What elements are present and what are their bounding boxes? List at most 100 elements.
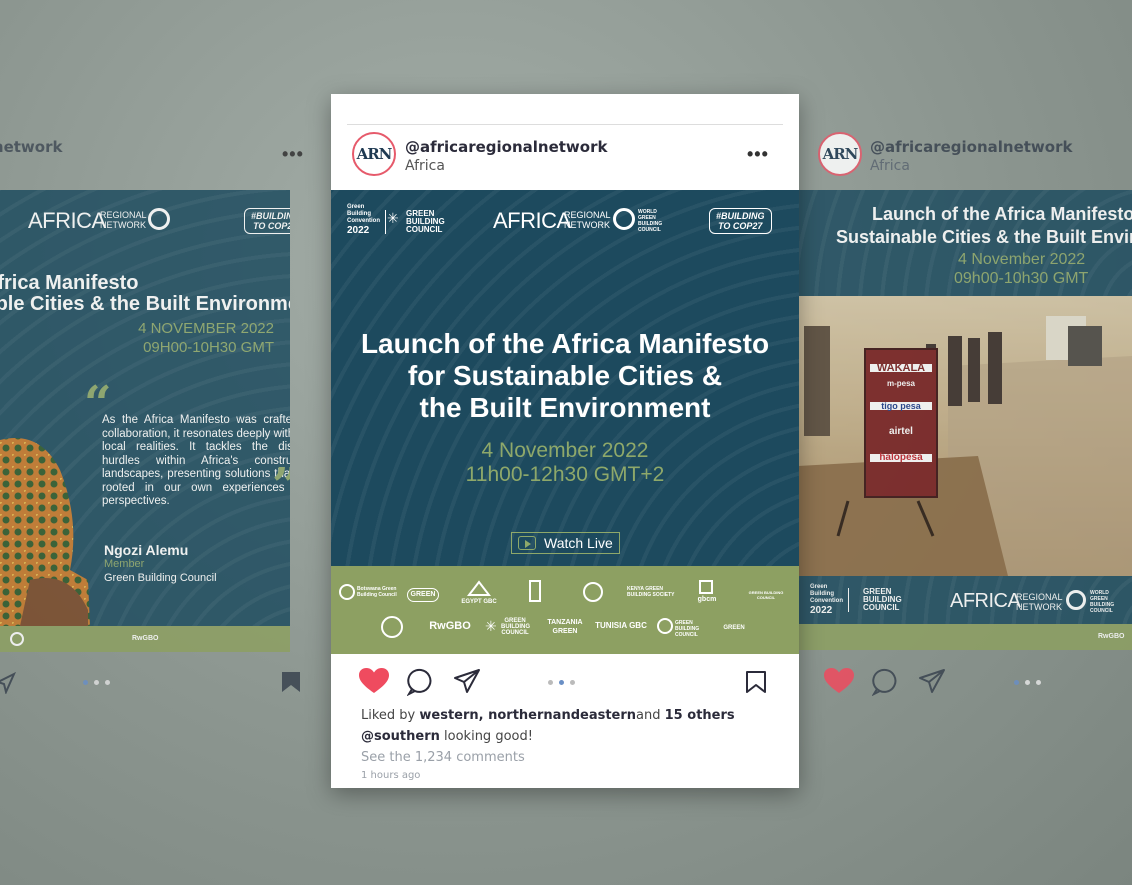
sponsor-green: GREEN [723, 625, 745, 631]
right-post: ARN @africaregionalnetwork Africa Launch… [798, 94, 1132, 697]
right-sponsor-strip: RwGBO [798, 624, 1132, 650]
caption: @southern looking good! [361, 729, 533, 744]
liked-users[interactable]: western, northernandeastern [419, 708, 636, 723]
sponsor-gbc: GREEN BUILDING COUNCIL [501, 618, 530, 636]
wakala-sign: WAKALA m-pesa tigo pesa airtel halopesa [864, 348, 938, 498]
caption-text: looking good! [444, 729, 533, 744]
network-logo-text: REGIONAL NETWORK [564, 210, 611, 230]
speaker-photo [0, 438, 90, 626]
liked-by-text: Liked by western, northernandeasternand … [361, 708, 735, 723]
cop27-badge: #BUILDINGTO COP27 [709, 208, 772, 234]
right-post-handle[interactable]: @africaregionalnetwork [870, 138, 1072, 156]
center-post-avatar[interactable]: ARN [352, 132, 396, 176]
sponsor-tunisia: TUNISIA GBC [595, 621, 647, 630]
street-photo: WAKALA m-pesa tigo pesa airtel halopesa [798, 296, 1132, 576]
sponsor-gbc2: GREEN BUILDING COUNCIL [675, 620, 700, 638]
sponsor-8: GREEN BUILDING COUNCIL [748, 590, 784, 600]
convention-year: 2022 [347, 225, 370, 236]
right-post-banner: Launch of the Africa Manifesto Sustainab… [798, 190, 1132, 296]
africa-logo-text: AFRICA [493, 208, 571, 233]
right-sponsor-tail: RwGBO [1098, 633, 1125, 640]
right-share-icon[interactable] [918, 668, 946, 699]
sponsor-gbc2-icon [657, 618, 673, 634]
center-post: ARN @africaregionalnetwork Africa ••• Gr… [331, 94, 799, 788]
right-post-location: Africa [870, 158, 910, 174]
center-post-handle[interactable]: @africaregionalnetwork [405, 138, 607, 156]
gbcm-icon [699, 580, 713, 594]
sign-line-1: WAKALA [870, 363, 932, 374]
right-network-logo: REGIONAL NETWORK [1016, 592, 1063, 612]
wgbc-globe-icon [613, 208, 635, 230]
comment-icon[interactable] [406, 668, 435, 701]
left-title-line2: for Sustainable Cities & the Built Envir… [0, 293, 290, 315]
carousel-dots [548, 680, 575, 685]
right-comment-icon[interactable] [871, 668, 900, 701]
right-time: 09h00-10h30 GMT [954, 270, 1089, 287]
right-date: 4 November 2022 [958, 251, 1086, 268]
right-post-avatar[interactable]: ARN [818, 132, 862, 176]
sponsor-logo: RwGBO [132, 635, 159, 642]
left-post-banner: AFRICA REGIONALNETWORK #BUILDINGTO COP27… [0, 190, 290, 626]
sponsor-building-icon [529, 580, 541, 602]
sponsor-star-icon: ✳ [485, 618, 497, 634]
left-share-icon[interactable] [0, 671, 17, 699]
center-post-banner: Green Building Convention 2022 ✳ GREEN BUILD… [331, 190, 799, 566]
left-post-more-icon[interactable]: ••• [282, 144, 304, 165]
right-africa-logo: AFRICA [950, 590, 1021, 612]
convention-label: Green Building Convention 2022 [810, 584, 843, 616]
right-title-line1: Launch of the Africa Manifesto [872, 204, 1132, 224]
right-carousel-dots [1014, 680, 1041, 685]
gbc-label: GREEN BUILDING COUNCIL [385, 210, 445, 234]
left-post-handle[interactable]: @africaregionalnetwork [0, 138, 62, 156]
share-icon[interactable] [453, 668, 481, 699]
see-comments-link[interactable]: See the 1,234 comments [361, 750, 525, 765]
sponsor-seal-icon [381, 616, 403, 638]
watch-live-button[interactable]: Watch Live [511, 532, 620, 554]
africa-logo-text: AFRICA [28, 208, 106, 233]
speaker-name: Ngozi Alemu [104, 542, 189, 558]
right-post-footer-banner: Green Building Convention 2022 GREEN BUILDIN… [798, 576, 1132, 624]
left-carousel-dots [83, 680, 110, 685]
network-logo-text: REGIONAL NETWORK [100, 210, 147, 230]
event-date: 4 November 2022 [481, 439, 649, 462]
close-quote-icon: ” [272, 458, 290, 514]
sign-line-2: m-pesa [886, 379, 915, 388]
sponsor-logo-icon [10, 632, 24, 646]
right-title-line2: Sustainable Cities & the Built Environme… [836, 227, 1132, 247]
left-time: 09H00-10H30 GMT [143, 339, 274, 356]
sponsor-botswana-icon [339, 584, 355, 600]
sponsor-rwgbo: RwGBO [429, 620, 471, 632]
right-like-icon[interactable] [824, 668, 854, 699]
bookmark-icon[interactable] [745, 670, 767, 699]
center-post-more-icon[interactable]: ••• [747, 144, 769, 165]
speaker-role: Member [104, 558, 145, 570]
sponsor-botswana: Botswana Green Building Council [357, 586, 397, 598]
event-title-line2: for Sustainable Cities & [407, 360, 723, 391]
post-time-ago: 1 hours ago [361, 770, 421, 781]
left-bookmark-icon[interactable] [280, 670, 302, 699]
right-wgbc-globe-icon [1066, 590, 1086, 610]
right-wgbc-label: WORLD GREEN BUILDING COUNCIL [1090, 590, 1115, 614]
sign-line-3: tigo pesa [870, 402, 932, 411]
sponsor-circle-icon [583, 582, 603, 602]
left-sponsor-strip: RwGBO [0, 626, 290, 652]
wgbc-label: WORLD GREEN BUILDING COUNCIL [638, 209, 663, 233]
left-title-line1: Launch of the Africa Manifesto [0, 272, 139, 294]
sponsor-gbcm: gbcm [697, 596, 717, 603]
sponsor-egypt: EGYPT GBC [461, 599, 497, 605]
event-title-line3: the Built Environment [419, 392, 711, 423]
sponsor-2: GREEN [407, 588, 439, 602]
cop27-badge: #BUILDINGTO COP27 [244, 208, 290, 234]
sponsor-kenya: KENYA GREEN BUILDING SOCIETY [627, 586, 675, 598]
play-icon [518, 536, 536, 550]
sign-line-5: halopesa [870, 453, 932, 463]
caption-user[interactable]: @southern [361, 729, 440, 744]
sponsor-tanzania: TANZANIA GREEN [547, 619, 583, 635]
left-date: 4 NOVEMBER 2022 [138, 320, 274, 337]
sponsor-strip: Botswana Green Building Council GREEN EG… [331, 566, 799, 654]
sign-line-4: airtel [889, 426, 913, 437]
like-icon[interactable] [359, 668, 389, 699]
left-quote-text: As the Africa Manifesto was crafted in c… [102, 414, 290, 507]
liked-others[interactable]: 15 others [665, 708, 735, 723]
top-divider [347, 124, 783, 125]
